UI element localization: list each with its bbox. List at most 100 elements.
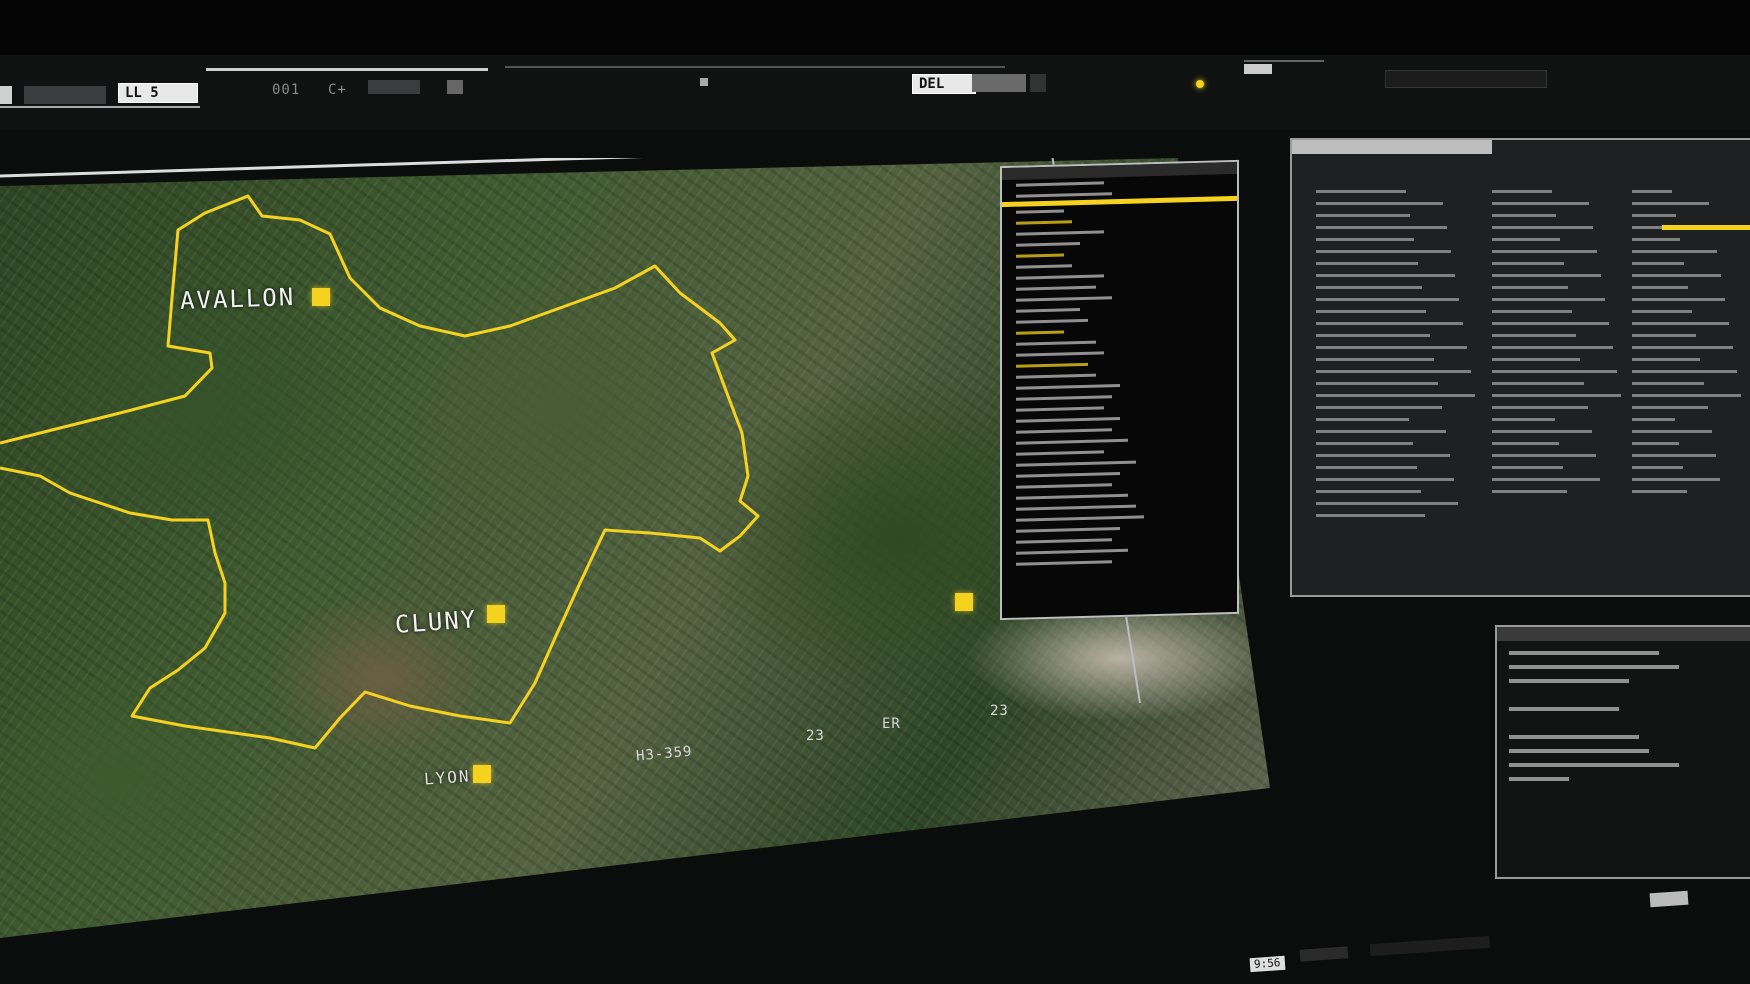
status-light-icon <box>1196 80 1204 88</box>
data-row <box>1316 358 1434 361</box>
list-row-text <box>1016 428 1112 434</box>
data-row <box>1316 478 1454 481</box>
data-row <box>1492 262 1564 265</box>
data-row <box>1316 226 1447 229</box>
toolbar-rule-right <box>1244 60 1324 62</box>
toolbar-field[interactable] <box>368 80 420 94</box>
department-list-panel[interactable] <box>1000 159 1239 621</box>
data-row <box>1316 286 1422 289</box>
list-row-text <box>1016 220 1072 225</box>
data-row <box>1316 250 1451 253</box>
city-marker-east[interactable] <box>955 593 973 611</box>
ll-level-button[interactable]: LL 5 <box>118 83 198 103</box>
map-border-top <box>0 158 643 178</box>
data-row <box>1316 322 1463 325</box>
data-row <box>1316 442 1413 445</box>
code-line <box>1509 777 1569 781</box>
data-row <box>1632 202 1709 205</box>
top-toolbar: LL 5 001 C+ DEL <box>0 0 1750 130</box>
grid-label-4: 23 <box>990 703 1009 719</box>
data-column-3 <box>1632 190 1741 502</box>
list-row-text <box>1016 318 1088 324</box>
data-row <box>1492 442 1559 445</box>
data-row <box>1632 322 1729 325</box>
department-list[interactable] <box>1002 174 1237 570</box>
data-row <box>1316 238 1414 241</box>
list-row-text <box>1016 308 1080 313</box>
code-panel-header <box>1497 627 1750 641</box>
data-row <box>1492 478 1600 481</box>
data-row <box>1316 394 1475 397</box>
data-row <box>1492 214 1556 217</box>
city-label-cluny: CLUNY <box>394 605 479 639</box>
data-row <box>1316 262 1418 265</box>
list-row-text <box>1016 330 1064 335</box>
code-line <box>1509 665 1679 669</box>
list-row-text <box>1016 471 1120 478</box>
data-row <box>1632 310 1692 313</box>
data-row <box>1492 418 1555 421</box>
data-row <box>1316 418 1409 421</box>
data-row <box>1492 382 1584 385</box>
list-row-text <box>1016 351 1104 357</box>
city-marker-cluny[interactable] <box>487 605 505 623</box>
del-button[interactable]: DEL <box>912 74 976 94</box>
code-line <box>1509 735 1639 739</box>
list-row-text <box>1016 274 1104 280</box>
toolbar-progress-line <box>206 68 488 71</box>
data-row <box>1316 310 1426 313</box>
data-table-panel[interactable] <box>1290 138 1750 597</box>
data-row <box>1492 394 1621 397</box>
toolbar-square-button[interactable] <box>447 80 463 94</box>
toolbar-slider[interactable] <box>24 86 106 104</box>
data-row <box>1632 478 1720 481</box>
toolbar-code-1: 001 <box>272 82 301 98</box>
toolbar-rule <box>0 106 200 108</box>
data-row <box>1632 430 1712 433</box>
list-row-text <box>1016 395 1112 401</box>
data-row <box>1492 334 1576 337</box>
data-row <box>1632 250 1717 253</box>
list-row-text <box>1016 230 1104 236</box>
city-label-lyon: LYON <box>423 766 472 789</box>
bottom-time-readout: 9:56 <box>1249 955 1285 973</box>
list-row-text <box>1016 406 1104 412</box>
list-row-text <box>1016 560 1112 566</box>
data-row <box>1316 454 1450 457</box>
data-row <box>1316 190 1406 193</box>
toolbar-indicator <box>700 78 708 86</box>
data-row <box>1316 298 1459 301</box>
data-row <box>1632 262 1684 265</box>
data-row <box>1316 274 1455 277</box>
bottom-right-chip[interactable] <box>1649 890 1689 908</box>
list-row-text <box>1016 526 1120 533</box>
data-panel-tab[interactable] <box>1292 140 1492 154</box>
code-panel[interactable] <box>1495 625 1750 879</box>
data-row <box>1492 346 1613 349</box>
data-row <box>1632 274 1721 277</box>
data-row <box>1632 490 1687 493</box>
bottom-bar-field-2 <box>1369 935 1491 957</box>
list-row-text <box>1016 253 1064 258</box>
data-row <box>1316 490 1421 493</box>
data-row <box>1492 190 1552 193</box>
data-row <box>1492 250 1597 253</box>
city-marker-lyon[interactable] <box>473 765 491 783</box>
toolbar-tab[interactable] <box>1244 64 1272 74</box>
data-column-2 <box>1492 190 1621 502</box>
city-marker-avallon[interactable] <box>312 288 330 306</box>
list-row-text <box>1016 209 1064 214</box>
data-row <box>1492 454 1596 457</box>
list-row-text <box>1016 192 1112 198</box>
data-row <box>1632 382 1704 385</box>
list-row-text <box>1016 383 1120 390</box>
data-row <box>1632 286 1688 289</box>
toolbar-field-2[interactable] <box>972 74 1026 92</box>
list-row-text <box>1016 340 1096 346</box>
region-outline-avallon <box>0 194 760 750</box>
data-row <box>1632 334 1696 337</box>
data-row <box>1316 370 1471 373</box>
data-row <box>1632 214 1676 217</box>
code-line <box>1509 749 1649 753</box>
list-row-text <box>1016 416 1120 423</box>
